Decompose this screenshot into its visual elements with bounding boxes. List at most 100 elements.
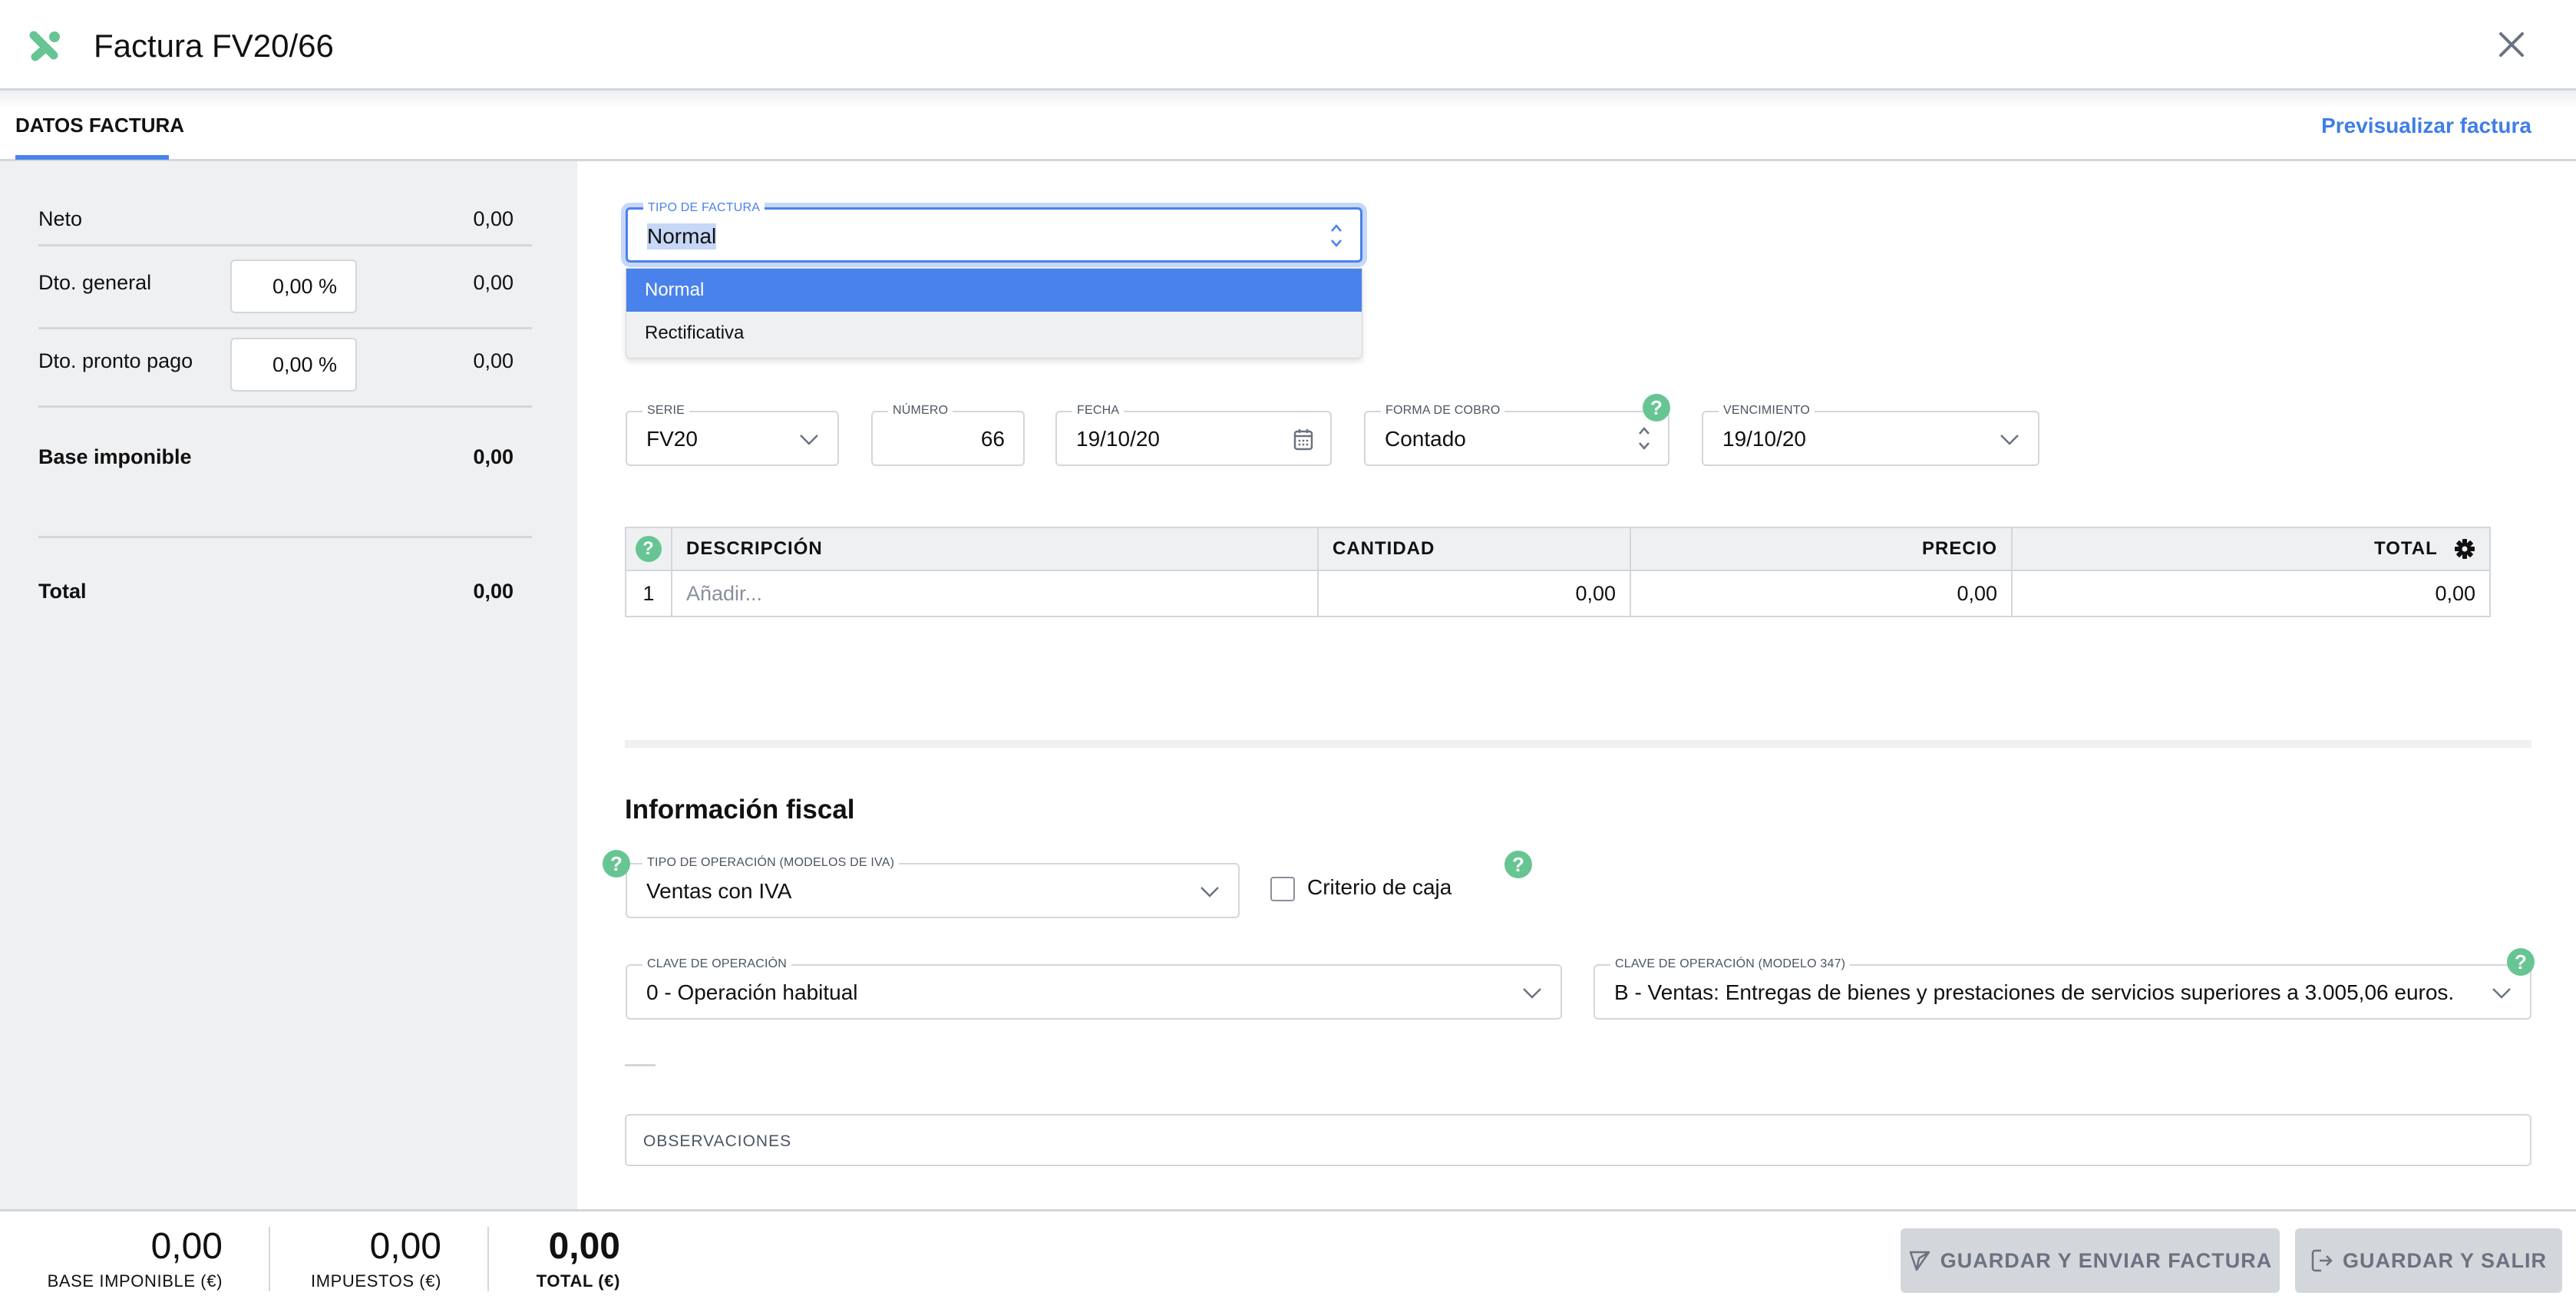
dto-pronto-pago-label: Dto. pronto pago <box>38 349 193 372</box>
table-header-row: ? DESCRIPCIÓN CANTIDAD PRECIO TOTAL <box>625 527 2491 571</box>
vencimiento-value: 19/10/20 <box>1722 427 1806 451</box>
invoice-type-dropdown: Normal Rectificativa <box>626 268 1362 359</box>
invoice-type-select[interactable]: TIPO DE FACTURA Normal <box>626 200 1362 263</box>
gear-icon[interactable] <box>2454 538 2475 560</box>
divider <box>38 536 532 538</box>
summary-panel: Neto 0,00 Dto. general 0,00 0,00 % Dto. … <box>0 161 577 1209</box>
table-row: 1 Añadir... 0,00 0,00 0,00 <box>625 570 2491 617</box>
footer-impuestos-value: 0,00 <box>369 1226 441 1267</box>
close-icon[interactable] <box>2496 29 2527 60</box>
cantidad-input[interactable]: 0,00 <box>1317 570 1631 617</box>
vencimiento-select[interactable]: VENCIMIENTO 19/10/20 <box>1702 403 2039 466</box>
footer-total-value: 0,00 <box>548 1226 620 1267</box>
help-icon-criterio-caja[interactable]: ? <box>1504 851 1532 878</box>
app-logo-icon <box>29 31 60 61</box>
active-tab-indicator <box>15 155 169 160</box>
preview-invoice-link[interactable]: Previsualizar factura <box>2321 114 2531 138</box>
save-and-exit-button[interactable]: GUARDAR Y SALIR <box>2295 1228 2562 1293</box>
forma-cobro-value: Contado <box>1385 427 1466 451</box>
serie-label: SERIE <box>642 403 690 418</box>
chevron-down-icon <box>1200 887 1219 897</box>
dto-general-input[interactable]: 0,00 % <box>230 259 357 313</box>
tipo-operacion-select[interactable]: TIPO DE OPERACIÓN (MODELOS DE IVA) Venta… <box>626 855 1240 918</box>
footer-base-imponible: 0,00 BASE IMPONIBLE (€) <box>46 1227 223 1291</box>
fecha-label: FECHA <box>1072 403 1125 418</box>
serie-value: FV20 <box>646 427 698 451</box>
row-index: 1 <box>625 570 672 617</box>
clave-operacion-label: CLAVE DE OPERACIÓN <box>642 957 792 972</box>
invoice-type-value: Normal <box>647 223 717 250</box>
fecha-input[interactable]: FECHA 19/10/20 <box>1055 403 1332 466</box>
save-and-send-label: GUARDAR Y ENVIAR FACTURA <box>1940 1248 2273 1272</box>
column-total[interactable]: TOTAL <box>2011 527 2491 571</box>
save-and-send-button[interactable]: GUARDAR Y ENVIAR FACTURA <box>1901 1228 2280 1293</box>
footer-total: 0,00 TOTAL (€) <box>507 1227 620 1291</box>
page-title: Factura FV20/66 <box>94 28 334 64</box>
chevron-down-icon <box>2000 435 2019 445</box>
neto-label: Neto <box>38 207 83 230</box>
dto-general-value: 0,00 <box>473 271 514 294</box>
updown-chevron-icon <box>1331 224 1342 247</box>
numero-input[interactable]: NÚMERO 66 <box>871 403 1025 466</box>
observaciones-field[interactable]: OBSERVACIONES <box>625 1114 2531 1166</box>
updown-chevron-icon <box>1639 427 1650 450</box>
collapsed-section-indicator <box>625 1064 656 1066</box>
section-divider <box>625 740 2531 748</box>
dto-general-label: Dto. general <box>38 271 152 294</box>
numero-value: 66 <box>980 427 1005 451</box>
tipo-operacion-value: Ventas con IVA <box>646 879 792 903</box>
numero-label: NÚMERO <box>888 403 953 418</box>
footer-impuestos-label: IMPUESTOS (€) <box>311 1271 441 1291</box>
descripcion-input[interactable]: Añadir... <box>671 570 1319 617</box>
help-icon-tipo-operacion[interactable]: ? <box>603 850 630 878</box>
footer-total-label: TOTAL (€) <box>536 1271 620 1291</box>
footer-base-value: 0,00 <box>150 1226 223 1267</box>
dto-pronto-pago-value: 0,00 <box>473 349 514 372</box>
dto-pronto-pago-input[interactable]: 0,00 % <box>230 338 357 392</box>
fiscal-section-title: Información fiscal <box>625 795 855 825</box>
neto-value: 0,00 <box>473 207 514 230</box>
criterio-caja-label[interactable]: Criterio de caja <box>1307 875 1451 900</box>
help-cell: ? <box>625 527 672 571</box>
base-imponible-label: Base imponible <box>38 445 192 468</box>
footer-divider <box>487 1227 489 1291</box>
precio-input[interactable]: 0,00 <box>1630 570 2013 617</box>
help-icon-lines[interactable]: ? <box>636 536 662 562</box>
chevron-down-icon <box>1523 988 1541 999</box>
clave-operacion-value: 0 - Operación habitual <box>646 980 858 1004</box>
invoice-lines-table: ? DESCRIPCIÓN CANTIDAD PRECIO TOTAL 1 Añ… <box>625 527 2491 617</box>
serie-select[interactable]: SERIE FV20 <box>626 403 839 466</box>
tipo-operacion-label: TIPO DE OPERACIÓN (MODELOS DE IVA) <box>642 855 900 871</box>
clave-347-value: B - Ventas: Entregas de bienes y prestac… <box>1614 980 2455 1004</box>
fecha-value: 19/10/20 <box>1076 427 1160 451</box>
save-and-exit-label: GUARDAR Y SALIR <box>2342 1248 2548 1272</box>
help-icon-clave-347[interactable]: ? <box>2507 948 2535 976</box>
chevron-down-icon <box>800 435 818 445</box>
clave-347-label: CLAVE DE OPERACIÓN (MODELO 347) <box>1610 957 1851 972</box>
criterio-caja-checkbox[interactable] <box>1270 877 1295 901</box>
help-icon-forma-cobro[interactable]: ? <box>1643 394 1670 421</box>
divider <box>38 327 532 329</box>
column-cantidad[interactable]: CANTIDAD <box>1317 527 1631 571</box>
vencimiento-label: VENCIMIENTO <box>1719 403 1815 418</box>
column-descripcion[interactable]: DESCRIPCIÓN <box>671 527 1319 571</box>
total-label: Total <box>38 580 87 603</box>
footer-bar: 0,00 BASE IMPONIBLE (€) 0,00 IMPUESTOS (… <box>0 1209 2576 1299</box>
calendar-icon[interactable] <box>1293 428 1313 451</box>
divider <box>38 405 532 408</box>
forma-cobro-select[interactable]: FORMA DE COBRO Contado <box>1364 403 1669 466</box>
observaciones-label: OBSERVACIONES <box>643 1132 792 1150</box>
footer-impuestos: 0,00 IMPUESTOS (€) <box>292 1227 441 1291</box>
tab-datos-factura[interactable]: DATOS FACTURA <box>15 114 184 137</box>
clave-operacion-select[interactable]: CLAVE DE OPERACIÓN 0 - Operación habitua… <box>626 957 1562 1020</box>
divider <box>38 244 532 246</box>
forma-cobro-label: FORMA DE COBRO <box>1381 403 1505 418</box>
exit-icon <box>2311 1249 2333 1272</box>
clave-347-select[interactable]: CLAVE DE OPERACIÓN (MODELO 347) B - Vent… <box>1593 957 2531 1020</box>
dropdown-option-normal[interactable]: Normal <box>626 269 1362 312</box>
total-value: 0,00 <box>473 580 514 603</box>
column-precio[interactable]: PRECIO <box>1630 527 2013 571</box>
dropdown-option-rectificativa[interactable]: Rectificativa <box>626 312 1362 355</box>
line-total: 0,00 <box>2011 570 2491 617</box>
chevron-down-icon <box>2492 988 2511 999</box>
